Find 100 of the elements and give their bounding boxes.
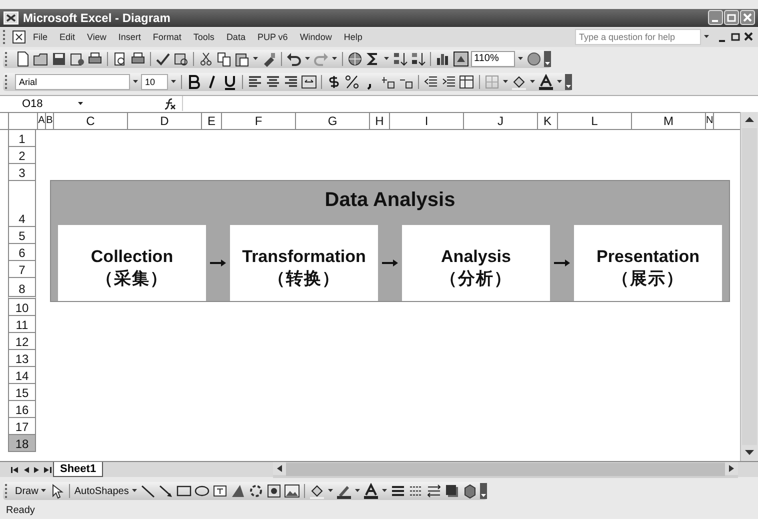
menu-item[interactable]: Format — [146, 32, 188, 42]
font-color-icon[interactable] — [538, 74, 554, 90]
window-title: Microsoft Excel - Diagram — [23, 10, 172, 25]
step-label: Collection — [90, 247, 174, 268]
arrow-style-icon[interactable] — [426, 483, 442, 499]
menu-item[interactable]: Help — [338, 32, 368, 42]
minimize-icon[interactable] — [708, 10, 723, 26]
line-color-icon[interactable] — [336, 483, 352, 499]
column-header[interactable]: B — [46, 112, 54, 129]
diagram-title: Data Analysis — [324, 188, 456, 213]
step-label: Transformation — [242, 247, 366, 268]
row-header[interactable]: 2 — [8, 146, 36, 164]
step-label: Presentation — [596, 247, 700, 268]
shadow-icon[interactable] — [444, 483, 460, 499]
menu-item[interactable]: File — [27, 32, 54, 42]
undo-icon[interactable] — [286, 50, 302, 67]
row-header[interactable]: 12 — [8, 332, 36, 350]
menu-item[interactable]: Tools — [187, 32, 220, 42]
column-header[interactable]: N — [706, 112, 714, 129]
copy-icon[interactable] — [216, 50, 232, 67]
workbook-icon[interactable] — [11, 29, 27, 46]
menu-item[interactable]: Edit — [54, 32, 82, 42]
font-color-icon[interactable] — [362, 483, 379, 499]
font-size-field[interactable]: 10 — [141, 74, 168, 90]
row-header[interactable]: 4 — [8, 180, 36, 227]
step-sublabel: （展示） — [612, 268, 684, 290]
vertical-scrollbar[interactable] — [740, 112, 758, 461]
close-icon[interactable] — [740, 10, 755, 26]
column-header[interactable]: L — [558, 112, 632, 129]
save-icon[interactable] — [51, 50, 67, 67]
text-box-icon[interactable] — [212, 483, 228, 499]
toolbar-options-icon[interactable] — [480, 483, 487, 499]
row-header[interactable]: 5 — [8, 226, 36, 244]
underline-icon[interactable] — [222, 74, 238, 90]
arrow-icon[interactable] — [158, 483, 174, 499]
scroll-left-icon[interactable] — [273, 462, 286, 478]
row-header[interactable]: 6 — [8, 244, 36, 261]
menu-item[interactable]: Insert — [112, 32, 147, 42]
toolbar-options-icon[interactable] — [565, 74, 572, 90]
help-search-field[interactable]: Type a question for help — [575, 29, 701, 46]
column-header[interactable]: A — [38, 112, 46, 129]
align-left-icon[interactable] — [247, 74, 263, 90]
step-label: Analysis — [441, 247, 511, 268]
percent-icon[interactable] — [344, 74, 360, 90]
menu-item[interactable]: PUP v6 — [251, 32, 294, 42]
column-header[interactable]: D — [128, 112, 202, 129]
function-icon[interactable] — [162, 96, 178, 112]
step-sublabel: （采集） — [96, 268, 168, 290]
cut-icon[interactable] — [198, 50, 214, 67]
paste-icon[interactable] — [234, 50, 250, 67]
horizontal-scrollbar[interactable] — [273, 462, 738, 478]
column-header[interactable]: M — [632, 112, 706, 129]
new-document-icon[interactable] — [15, 50, 31, 67]
column-header[interactable]: K — [538, 112, 558, 129]
step-sublabel: （转换） — [268, 268, 340, 290]
draw-menu-button[interactable]: Draw — [15, 486, 38, 496]
oval-icon[interactable] — [194, 483, 210, 499]
column-header[interactable]: F — [222, 112, 296, 129]
row-header[interactable]: 18 — [8, 434, 36, 452]
column-header[interactable]: H — [370, 112, 390, 129]
menu-item[interactable]: Window — [294, 32, 338, 42]
row-header[interactable]: 16 — [8, 400, 36, 418]
autoshapes-menu-button[interactable]: AutoShapes — [74, 486, 129, 496]
merge-center-icon[interactable] — [301, 74, 317, 90]
column-header[interactable]: I — [390, 112, 464, 129]
line-style-icon[interactable] — [390, 483, 406, 499]
globe-icon[interactable] — [347, 50, 363, 67]
image-icon[interactable] — [284, 483, 300, 499]
spelling-icon[interactable] — [155, 50, 171, 67]
table-icon[interactable] — [459, 74, 475, 90]
row-header[interactable]: 1 — [8, 130, 36, 147]
row-header[interactable]: 7 — [8, 260, 36, 278]
restore-icon[interactable] — [724, 10, 739, 26]
scroll-right-icon[interactable] — [725, 462, 738, 478]
column-header[interactable]: E — [202, 112, 222, 129]
menu-item[interactable]: View — [81, 32, 112, 42]
row-header[interactable]: 3 — [8, 164, 36, 181]
toolbar-options-icon[interactable] — [544, 50, 551, 67]
bold-icon[interactable] — [186, 74, 202, 90]
rectangle-icon[interactable] — [176, 483, 192, 499]
folder-icon[interactable] — [33, 50, 49, 67]
align-right-icon[interactable] — [283, 74, 299, 90]
sheet-tab[interactable]: Sheet1 — [53, 462, 104, 477]
font-field[interactable]: Arial — [15, 74, 130, 90]
sort-ascending-icon[interactable] — [392, 50, 408, 67]
menu-item[interactable]: Data — [220, 32, 252, 42]
row-header[interactable]: 13 — [8, 350, 36, 367]
row-header[interactable]: 8 — [8, 278, 36, 299]
align-center-icon[interactable] — [265, 74, 281, 90]
row-header[interactable]: 11 — [8, 316, 36, 333]
select-all-corner[interactable] — [8, 112, 38, 129]
zoom-field[interactable]: 110% — [471, 50, 515, 67]
column-header[interactable]: G — [296, 112, 370, 129]
column-header[interactable]: J — [464, 112, 538, 129]
row-header[interactable]: 10 — [8, 298, 36, 316]
row-header[interactable]: 15 — [8, 384, 36, 401]
row-header[interactable]: 14 — [8, 366, 36, 384]
sort-descending-icon[interactable] — [410, 50, 426, 67]
line-icon[interactable] — [140, 483, 156, 499]
column-header[interactable]: C — [54, 112, 128, 129]
